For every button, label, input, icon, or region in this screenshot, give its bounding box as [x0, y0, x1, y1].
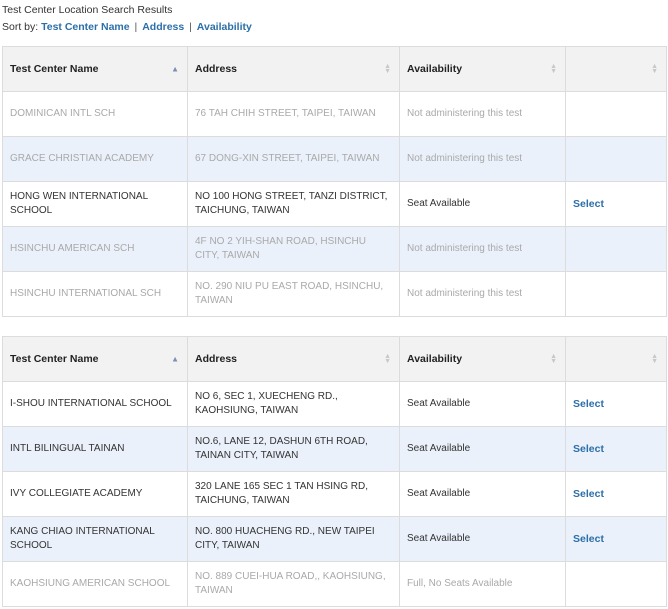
- action-cell: Select: [565, 471, 667, 517]
- center-name: IVY COLLEGIATE ACADEMY: [2, 471, 188, 517]
- table-header-row: Test Center Name ▲ Address ▲ ▼ Availabili…: [2, 336, 667, 382]
- sort-prefix: Sort by:: [2, 21, 39, 33]
- col-header-label: Address: [195, 353, 238, 365]
- col-header-address[interactable]: Address ▲ ▼: [187, 336, 400, 382]
- col-header-address[interactable]: Address ▲ ▼: [187, 46, 400, 92]
- sort-by-availability-link[interactable]: Availability: [197, 21, 252, 33]
- center-availability: Full, No Seats Available: [399, 561, 566, 607]
- col-header-availability[interactable]: Availability ▲ ▼: [399, 336, 566, 382]
- center-address: NO.6, LANE 12, DASHUN 6TH ROAD, TAINAN C…: [187, 426, 400, 472]
- action-cell: [565, 271, 667, 317]
- sort-both-icon: ▲ ▼: [550, 353, 557, 365]
- center-address: NO. 800 HUACHENG RD., NEW TAIPEI CITY, T…: [187, 516, 400, 562]
- center-availability: Not administering this test: [399, 136, 566, 182]
- separator: |: [134, 21, 138, 33]
- center-name: HSINCHU AMERICAN SCH: [2, 226, 188, 272]
- center-address: 320 LANE 165 SEC 1 TAN HSING RD, TAICHUN…: [187, 471, 400, 517]
- center-availability: Not administering this test: [399, 226, 566, 272]
- select-link[interactable]: Select: [573, 198, 604, 210]
- col-header-action[interactable]: ▲ ▼: [565, 46, 667, 92]
- center-name: KANG CHIAO INTERNATIONAL SCHOOL: [2, 516, 188, 562]
- center-availability: Seat Available: [399, 381, 566, 427]
- col-header-label: Test Center Name: [10, 353, 99, 365]
- center-address: NO. 290 NIU PU EAST ROAD, HSINCHU, TAIWA…: [187, 271, 400, 317]
- sort-both-icon: ▲ ▼: [550, 63, 557, 75]
- sort-bar: Sort by: Test Center Name | Address | Av…: [2, 21, 252, 33]
- page-title: Test Center Location Search Results: [2, 4, 173, 16]
- action-cell: [565, 136, 667, 182]
- action-cell: Select: [565, 426, 667, 472]
- center-name: GRACE CHRISTIAN ACADEMY: [2, 136, 188, 182]
- table-row: INTL BILINGUAL TAINAN NO.6, LANE 12, DAS…: [2, 426, 667, 472]
- center-address: 67 DONG-XIN STREET, TAIPEI, TAIWAN: [187, 136, 400, 182]
- col-header-name[interactable]: Test Center Name ▲: [2, 336, 188, 382]
- select-link[interactable]: Select: [573, 533, 604, 545]
- table-row: I-SHOU INTERNATIONAL SCHOOL NO 6, SEC 1,…: [2, 381, 667, 427]
- col-header-label: Address: [195, 63, 238, 75]
- action-cell: Select: [565, 181, 667, 227]
- sort-by-name-link[interactable]: Test Center Name: [41, 21, 130, 33]
- center-address: 4F NO 2 YIH-SHAN ROAD, HSINCHU CITY, TAI…: [187, 226, 400, 272]
- center-name: I-SHOU INTERNATIONAL SCHOOL: [2, 381, 188, 427]
- table-row: GRACE CHRISTIAN ACADEMY 67 DONG-XIN STRE…: [2, 136, 667, 182]
- center-availability: Seat Available: [399, 516, 566, 562]
- action-cell: [565, 226, 667, 272]
- select-link[interactable]: Select: [573, 443, 604, 455]
- center-availability: Not administering this test: [399, 91, 566, 137]
- center-availability: Seat Available: [399, 426, 566, 472]
- table-header-row: Test Center Name ▲ Address ▲ ▼ Availabili…: [2, 46, 667, 92]
- col-header-availability[interactable]: Availability ▲ ▼: [399, 46, 566, 92]
- center-address: NO 100 HONG STREET, TANZI DISTRICT, TAIC…: [187, 181, 400, 227]
- center-name: INTL BILINGUAL TAINAN: [2, 426, 188, 472]
- table-row: DOMINICAN INTL SCH 76 TAH CHIH STREET, T…: [2, 91, 667, 137]
- action-cell: Select: [565, 516, 667, 562]
- table-row: HSINCHU AMERICAN SCH 4F NO 2 YIH-SHAN RO…: [2, 226, 667, 272]
- table-row: KAOHSIUNG AMERICAN SCHOOL NO. 889 CUEI-H…: [2, 561, 667, 607]
- col-header-name[interactable]: Test Center Name ▲: [2, 46, 188, 92]
- center-name: KAOHSIUNG AMERICAN SCHOOL: [2, 561, 188, 607]
- action-cell: Select: [565, 381, 667, 427]
- center-availability: Seat Available: [399, 181, 566, 227]
- col-header-label: Availability: [407, 353, 463, 365]
- col-header-label: Test Center Name: [10, 63, 99, 75]
- center-name: HSINCHU INTERNATIONAL SCH: [2, 271, 188, 317]
- sort-both-icon: ▲ ▼: [651, 63, 658, 75]
- results-table-2: Test Center Name ▲ Address ▲ ▼ Availabili…: [2, 336, 667, 607]
- separator: |: [189, 21, 192, 33]
- center-address: 76 TAH CHIH STREET, TAIPEI, TAIWAN: [187, 91, 400, 137]
- action-cell: [565, 561, 667, 607]
- sort-both-icon: ▲ ▼: [384, 353, 391, 365]
- select-link[interactable]: Select: [573, 488, 604, 500]
- sort-both-icon: ▲ ▼: [384, 63, 391, 75]
- center-availability: Seat Available: [399, 471, 566, 517]
- action-cell: [565, 91, 667, 137]
- table-row: HONG WEN INTERNATIONAL SCHOOL NO 100 HON…: [2, 181, 667, 227]
- center-name: DOMINICAN INTL SCH: [2, 91, 188, 137]
- center-availability: Not administering this test: [399, 271, 566, 317]
- sort-ascending-icon: ▲: [171, 64, 179, 74]
- col-header-action[interactable]: ▲ ▼: [565, 336, 667, 382]
- center-address: NO. 889 CUEI-HUA ROAD,, KAOHSIUNG, TAIWA…: [187, 561, 400, 607]
- table-row: IVY COLLEGIATE ACADEMY 320 LANE 165 SEC …: [2, 471, 667, 517]
- table-row: KANG CHIAO INTERNATIONAL SCHOOL NO. 800 …: [2, 516, 667, 562]
- sort-by-address-link[interactable]: Address: [142, 21, 184, 33]
- col-header-label: Availability: [407, 63, 463, 75]
- table-row: HSINCHU INTERNATIONAL SCH NO. 290 NIU PU…: [2, 271, 667, 317]
- center-address: NO 6, SEC 1, XUECHENG RD., KAOHSIUNG, TA…: [187, 381, 400, 427]
- sort-both-icon: ▲ ▼: [651, 353, 658, 365]
- sort-ascending-icon: ▲: [171, 354, 179, 364]
- center-name: HONG WEN INTERNATIONAL SCHOOL: [2, 181, 188, 227]
- select-link[interactable]: Select: [573, 398, 604, 410]
- results-table-1: Test Center Name ▲ Address ▲ ▼ Availabili…: [2, 46, 667, 317]
